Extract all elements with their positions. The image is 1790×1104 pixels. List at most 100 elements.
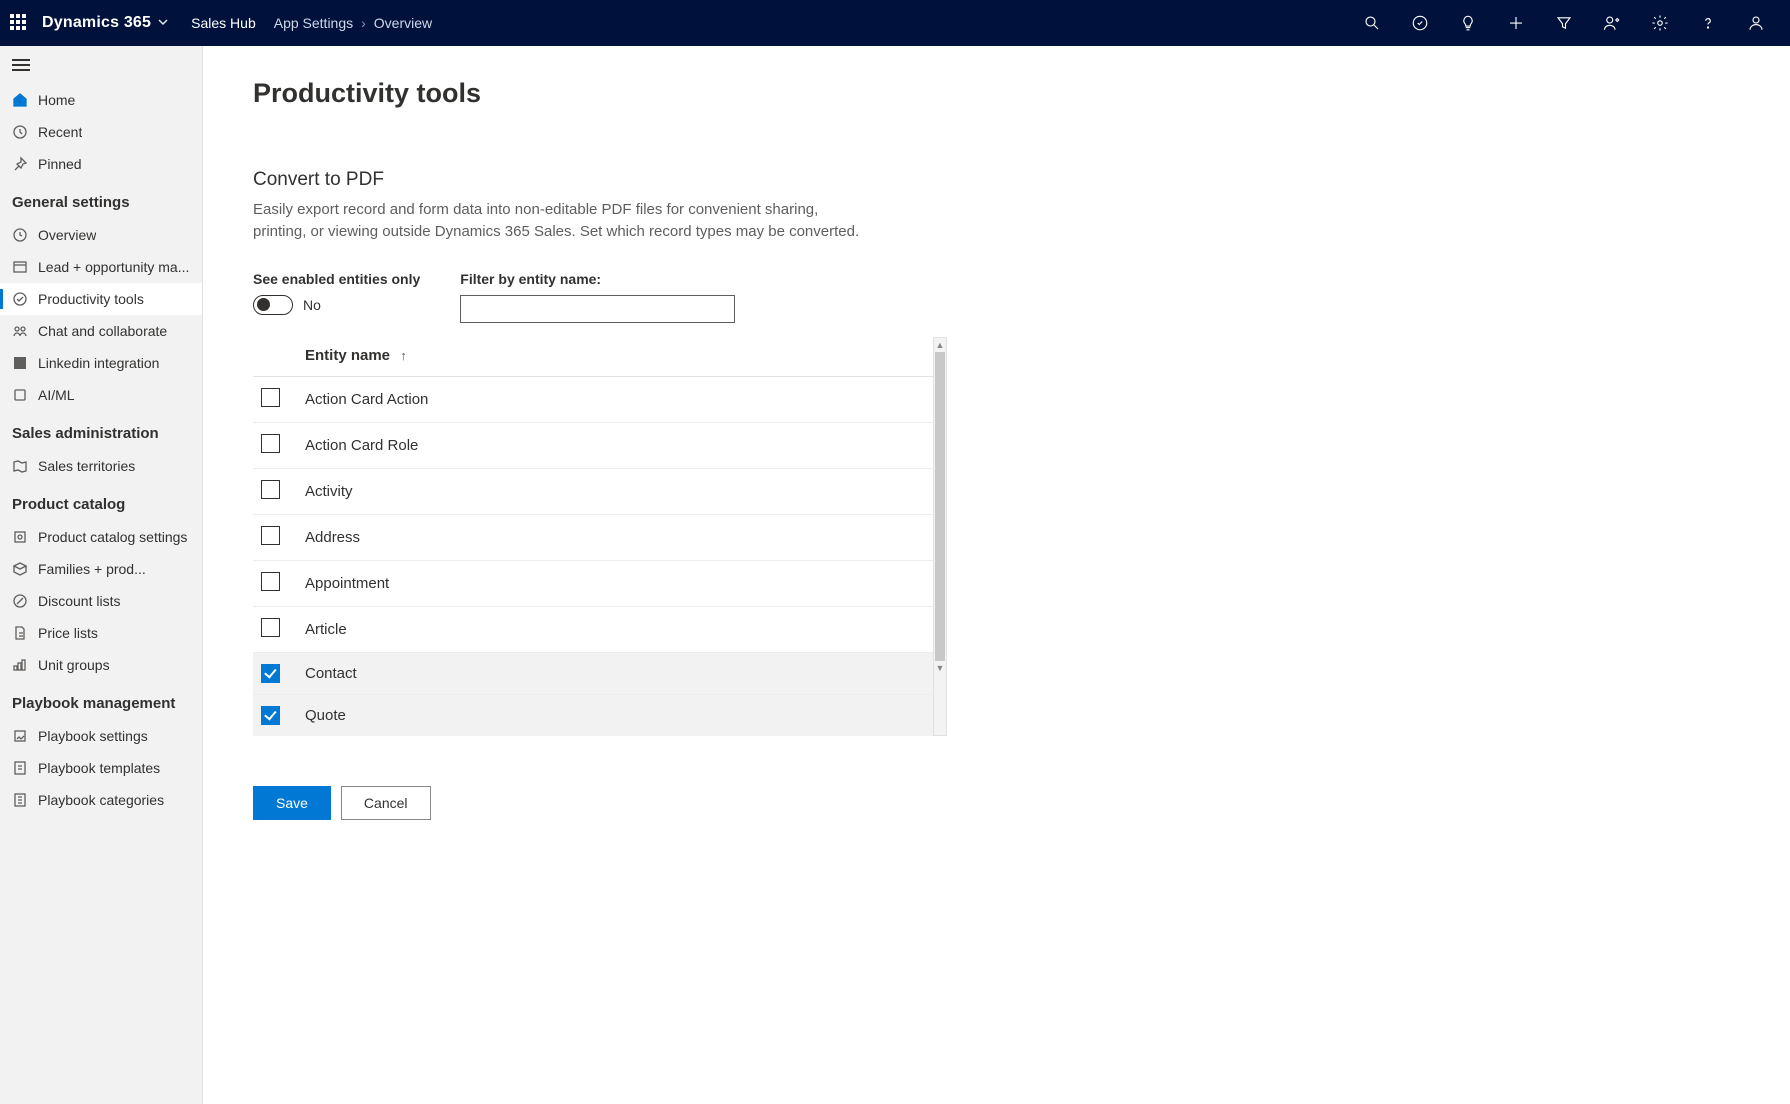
topbar: Dynamics 365 Sales Hub App Settings › Ov… bbox=[0, 0, 1790, 46]
main-content: Productivity tools Convert to PDF Easily… bbox=[203, 46, 1403, 1104]
entity-checkbox[interactable] bbox=[261, 480, 280, 499]
entity-checkbox[interactable] bbox=[261, 706, 280, 725]
entity-checkbox[interactable] bbox=[261, 388, 280, 407]
chevron-down-icon[interactable] bbox=[157, 15, 169, 31]
toggle-value: No bbox=[303, 297, 321, 313]
cancel-button[interactable]: Cancel bbox=[341, 786, 431, 820]
nav-pinned-label: Pinned bbox=[38, 156, 82, 172]
entity-checkbox[interactable] bbox=[261, 572, 280, 591]
families-icon bbox=[12, 561, 28, 577]
sidebar-item-chat[interactable]: Chat and collaborate bbox=[0, 315, 202, 347]
toggle-label: See enabled entities only bbox=[253, 271, 420, 287]
nav-recent[interactable]: Recent bbox=[0, 116, 202, 148]
sidebar-item-label: Families + prod... bbox=[38, 561, 146, 577]
linkedin-icon: in bbox=[12, 355, 28, 371]
chevron-right-icon: › bbox=[361, 15, 366, 31]
filter-icon[interactable] bbox=[1540, 0, 1588, 46]
sidebar-item-label: Price lists bbox=[38, 625, 98, 641]
search-icon[interactable] bbox=[1348, 0, 1396, 46]
user-icon[interactable] bbox=[1732, 0, 1780, 46]
gear-icon[interactable] bbox=[1636, 0, 1684, 46]
pb-settings-icon bbox=[12, 728, 28, 744]
sidebar-item-pb-settings[interactable]: Playbook settings bbox=[0, 720, 202, 752]
task-icon[interactable] bbox=[1396, 0, 1444, 46]
sidebar-item-label: Playbook categories bbox=[38, 792, 164, 808]
lead-opp-icon bbox=[12, 259, 28, 275]
table-row: Appointment bbox=[253, 560, 933, 606]
table-row: Activity bbox=[253, 468, 933, 514]
nav-pinned[interactable]: Pinned bbox=[0, 148, 202, 180]
entity-checkbox[interactable] bbox=[261, 618, 280, 637]
filter-label: Filter by entity name: bbox=[460, 271, 735, 287]
app-launcher-icon[interactable] bbox=[10, 14, 28, 32]
pc-settings-icon bbox=[12, 529, 28, 545]
section-description: Easily export record and form data into … bbox=[253, 199, 873, 243]
sidebar-item-label: Lead + opportunity ma... bbox=[38, 259, 189, 275]
sidebar: Home Recent Pinned General settingsOverv… bbox=[0, 46, 203, 1104]
table-row: Contact bbox=[253, 652, 933, 694]
scrollbar[interactable]: ▲ ▼ bbox=[933, 337, 947, 736]
save-button[interactable]: Save bbox=[253, 786, 331, 820]
nav-home-label: Home bbox=[38, 92, 75, 108]
section-title: Convert to PDF bbox=[253, 169, 1353, 191]
sidebar-item-label: Playbook settings bbox=[38, 728, 148, 744]
sidebar-item-discount[interactable]: Discount lists bbox=[0, 585, 202, 617]
table-row: Address bbox=[253, 514, 933, 560]
chat-icon bbox=[12, 323, 28, 339]
entity-name-cell: Action Card Action bbox=[297, 376, 933, 422]
enabled-only-toggle[interactable] bbox=[253, 295, 293, 315]
column-header-entity[interactable]: Entity name ↑ bbox=[297, 337, 933, 377]
nav-group-title: Product catalog bbox=[0, 482, 202, 521]
filter-input[interactable] bbox=[460, 295, 735, 323]
hamburger-icon[interactable] bbox=[0, 46, 202, 84]
discount-icon bbox=[12, 593, 28, 609]
home-icon bbox=[12, 92, 28, 108]
sidebar-item-unit[interactable]: Unit groups bbox=[0, 649, 202, 681]
sidebar-item-productivity[interactable]: Productivity tools bbox=[0, 283, 202, 315]
entity-checkbox[interactable] bbox=[261, 434, 280, 453]
scroll-down-icon[interactable]: ▼ bbox=[934, 661, 946, 675]
sidebar-item-pc-settings[interactable]: Product catalog settings bbox=[0, 521, 202, 553]
table-row: Quote bbox=[253, 694, 933, 736]
pb-templates-icon bbox=[12, 760, 28, 776]
pb-categories-icon bbox=[12, 792, 28, 808]
scroll-thumb[interactable] bbox=[935, 352, 945, 662]
sidebar-item-lead-opp[interactable]: Lead + opportunity ma... bbox=[0, 251, 202, 283]
help-icon[interactable] bbox=[1684, 0, 1732, 46]
entity-name-cell: Contact bbox=[297, 652, 933, 694]
aiml-icon bbox=[12, 387, 28, 403]
sidebar-item-families[interactable]: Families + prod... bbox=[0, 553, 202, 585]
sidebar-item-label: Product catalog settings bbox=[38, 529, 187, 545]
table-row: Action Card Action bbox=[253, 376, 933, 422]
entity-name-cell: Article bbox=[297, 606, 933, 652]
sidebar-item-aiml[interactable]: AI/ML bbox=[0, 379, 202, 411]
sidebar-item-label: Sales territories bbox=[38, 458, 135, 474]
svg-text:in: in bbox=[16, 359, 24, 369]
sidebar-item-label: Productivity tools bbox=[38, 291, 144, 307]
add-icon[interactable] bbox=[1492, 0, 1540, 46]
sidebar-item-linkedin[interactable]: inLinkedin integration bbox=[0, 347, 202, 379]
entity-checkbox[interactable] bbox=[261, 526, 280, 545]
sidebar-item-overview[interactable]: Overview bbox=[0, 219, 202, 251]
sort-asc-icon: ↑ bbox=[400, 348, 407, 363]
page-title: Productivity tools bbox=[253, 78, 1353, 109]
entity-checkbox[interactable] bbox=[261, 664, 280, 683]
sidebar-item-pb-templates[interactable]: Playbook templates bbox=[0, 752, 202, 784]
sidebar-item-price[interactable]: Price lists bbox=[0, 617, 202, 649]
assistant-icon[interactable] bbox=[1588, 0, 1636, 46]
sidebar-item-label: AI/ML bbox=[38, 387, 75, 403]
breadcrumb-1[interactable]: Overview bbox=[374, 15, 432, 31]
breadcrumb-0[interactable]: App Settings bbox=[274, 15, 353, 31]
entity-name-cell: Address bbox=[297, 514, 933, 560]
sidebar-item-pb-categories[interactable]: Playbook categories bbox=[0, 784, 202, 816]
scroll-up-icon[interactable]: ▲ bbox=[934, 338, 946, 352]
app-name[interactable]: Sales Hub bbox=[191, 15, 256, 31]
overview-icon bbox=[12, 227, 28, 243]
table-row: Action Card Role bbox=[253, 422, 933, 468]
nav-home[interactable]: Home bbox=[0, 84, 202, 116]
lightbulb-icon[interactable] bbox=[1444, 0, 1492, 46]
clock-icon bbox=[12, 124, 28, 140]
brand-label[interactable]: Dynamics 365 bbox=[42, 14, 151, 32]
entity-name-cell: Activity bbox=[297, 468, 933, 514]
sidebar-item-territories[interactable]: Sales territories bbox=[0, 450, 202, 482]
